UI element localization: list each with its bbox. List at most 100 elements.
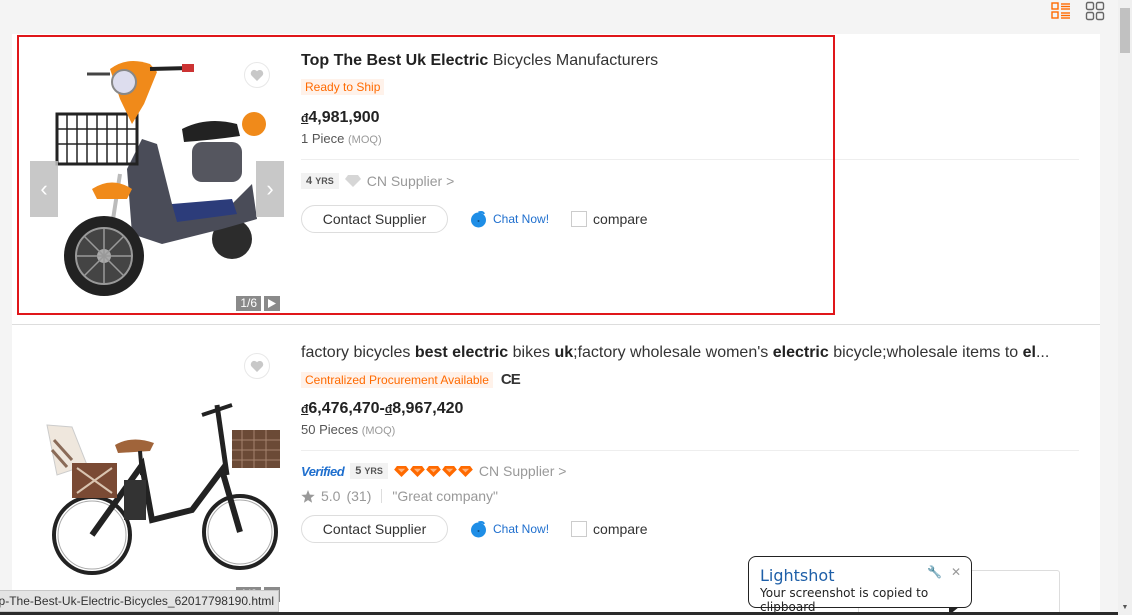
grid-view-icon xyxy=(1085,1,1105,21)
previous-image-button[interactable]: ‹ xyxy=(30,161,58,217)
play-icon xyxy=(268,299,276,308)
chat-now-link[interactable]: Chat Now! xyxy=(470,210,550,228)
chevron-left-icon: ‹ xyxy=(40,176,48,201)
image-counter-text: 1/6 xyxy=(236,296,261,311)
compare-checkbox[interactable]: compare xyxy=(571,211,648,227)
action-row: Contact Supplier Chat Now! compare xyxy=(301,205,648,233)
play-video-button[interactable] xyxy=(264,296,280,311)
vertical-scrollbar[interactable]: ▼ xyxy=(1118,0,1132,615)
action-row: Contact Supplier Chat Now! compare xyxy=(301,515,648,543)
review-quote: "Great company" xyxy=(392,488,499,504)
supplier-link[interactable]: CN Supplier > xyxy=(479,463,567,479)
years-unit: YRS xyxy=(364,466,383,476)
compare-checkbox[interactable]: compare xyxy=(571,521,648,537)
product-price: đ6,476,470-đ8,967,420 xyxy=(301,400,464,417)
checkbox[interactable] xyxy=(571,521,588,537)
title-part: electric xyxy=(772,344,829,361)
checkbox[interactable] xyxy=(571,211,588,227)
scrollbar-thumb[interactable] xyxy=(1120,8,1130,53)
supplier-link[interactable]: CN Supplier > xyxy=(367,173,455,189)
contact-supplier-button[interactable]: Contact Supplier xyxy=(301,205,448,233)
chat-now-label: Chat Now! xyxy=(493,212,550,226)
tag-row: Ready to Ship xyxy=(301,79,385,95)
chevron-right-icon: > xyxy=(558,463,567,479)
title-part: ;factory wholesale women's xyxy=(573,344,773,361)
status-url: op-The-Best-Uk-Electric-Bicycles_6201779… xyxy=(0,594,274,608)
search-results-list: ‹ › 1/6 Top The Best Uk Electric Bicycle… xyxy=(12,34,1100,615)
heart-icon xyxy=(250,360,264,372)
supplier-type: CN Supplier xyxy=(478,463,555,479)
heart-icon xyxy=(250,69,264,81)
notification-controls: 🔧 ✕ xyxy=(927,565,961,579)
title-part: Top The Best Uk Electric xyxy=(301,52,489,69)
rating-row: 5.0 (31) "Great company" xyxy=(301,488,498,504)
ce-certification-icon: CE xyxy=(500,371,521,388)
notification-message: Your screenshot is copied to clipboard xyxy=(760,586,929,614)
supplier-row: 4 YRS CN Supplier > xyxy=(301,173,454,189)
product-image-gallery[interactable]: 1/6 xyxy=(32,335,282,602)
supplier-diamond-rating xyxy=(394,465,473,477)
list-view-icon xyxy=(1051,2,1070,19)
years-value: 5 xyxy=(355,465,362,477)
min-order-quantity: 1 Piece (MOQ) xyxy=(301,131,382,146)
favorite-button[interactable] xyxy=(244,62,270,88)
divider xyxy=(301,159,1079,160)
separator xyxy=(381,489,383,503)
price-min: 6,476,470 xyxy=(308,400,380,417)
title-part: Bicycles Manufacturers xyxy=(488,52,659,69)
list-view-button[interactable] xyxy=(1050,0,1072,22)
min-order-quantity: 50 Pieces (MOQ) xyxy=(301,422,395,437)
chat-now-link[interactable]: Chat Now! xyxy=(470,520,549,538)
tag-row: Centralized Procurement Available CE xyxy=(301,371,521,388)
moq-label: (MOQ) xyxy=(361,425,396,437)
next-image-button[interactable]: › xyxy=(256,161,284,217)
title-part: ... xyxy=(1035,344,1050,361)
chat-bubble-icon xyxy=(471,520,486,537)
diamond-icon xyxy=(394,465,409,477)
verified-badge[interactable]: Verified xyxy=(301,464,345,479)
years-badge: 4 YRS xyxy=(301,173,339,189)
moq-value: 1 Piece xyxy=(301,131,345,146)
title-part: best electric xyxy=(414,344,509,361)
title-part: el xyxy=(1022,344,1036,361)
image-counter: 1/6 xyxy=(236,296,280,311)
centralized-procurement-tag: Centralized Procurement Available xyxy=(301,371,493,388)
compare-label: compare xyxy=(593,211,648,227)
product-card: ‹ › 1/6 Top The Best Uk Electric Bicycle… xyxy=(12,34,1100,324)
diamond-icon xyxy=(442,465,457,477)
moq-label: (MOQ) xyxy=(348,134,382,146)
ready-to-ship-tag: Ready to Ship xyxy=(301,79,385,95)
chat-bubble-icon xyxy=(471,210,486,227)
contact-supplier-button[interactable]: Contact Supplier xyxy=(301,515,448,543)
supplier-row: Verified 5 YRS CN Supplier > xyxy=(301,463,566,479)
diamond-icon xyxy=(458,465,473,477)
product-image-bicycle[interactable] xyxy=(32,335,282,600)
supplier-type: CN Supplier xyxy=(366,173,443,189)
product-title-link[interactable]: factory bicycles best electric bikes uk;… xyxy=(301,344,1049,362)
diamond-icon xyxy=(344,175,361,187)
grid-view-button[interactable] xyxy=(1084,0,1106,22)
moq-value: 50 Pieces xyxy=(301,422,359,437)
close-icon[interactable]: ✕ xyxy=(951,565,961,579)
product-title-link[interactable]: Top The Best Uk Electric Bicycles Manufa… xyxy=(301,52,658,70)
chevron-right-icon: › xyxy=(266,176,274,201)
view-toggle xyxy=(1050,0,1106,22)
title-part: bicycle;wholesale items to xyxy=(828,344,1023,361)
review-count[interactable]: (31) xyxy=(346,488,371,504)
wrench-icon[interactable]: 🔧 xyxy=(927,565,942,579)
years-badge: 5 YRS xyxy=(350,463,388,479)
years-value: 4 xyxy=(306,175,313,187)
star-icon xyxy=(301,489,315,503)
title-part: uk xyxy=(554,344,574,361)
chevron-right-icon: > xyxy=(446,173,455,189)
favorite-button[interactable] xyxy=(244,353,270,379)
scroll-down-arrow-icon[interactable]: ▼ xyxy=(1120,603,1130,611)
product-image-gallery[interactable]: ‹ › 1/6 xyxy=(30,44,284,311)
lightshot-notification[interactable]: Lightshot Your screenshot is copied to c… xyxy=(748,556,972,615)
diamond-icon xyxy=(426,465,441,477)
years-unit: YRS xyxy=(315,176,334,186)
price-max: 8,967,420 xyxy=(392,400,464,417)
product-price: đ4,981,900 xyxy=(301,109,380,127)
rating-value: 5.0 xyxy=(321,488,341,504)
product-image-scooter[interactable] xyxy=(32,44,282,309)
